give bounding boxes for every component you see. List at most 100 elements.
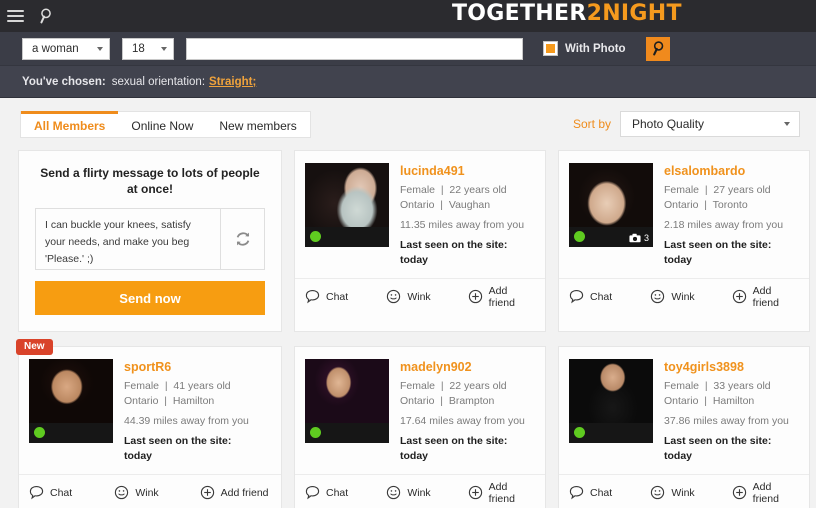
profile-distance: 2.18 miles away from you <box>664 219 784 231</box>
chosen-prefix: You've chosen: <box>22 75 106 88</box>
tab-new-members-label: New members <box>219 119 297 133</box>
flirty-message-box: I can buckle your knees, satisfy your ne… <box>35 208 265 270</box>
profile-info: lucinda491 Female | 22 years old Ontario… <box>400 163 535 268</box>
chat-action[interactable]: Chat <box>29 485 100 500</box>
age-select-value: 18 <box>132 42 145 55</box>
online-status-indicator <box>310 427 321 438</box>
profile-info: sportR6 Female | 41 years old Ontario | … <box>124 359 271 464</box>
online-status-indicator <box>34 427 45 438</box>
add-friend-action[interactable]: Add friend <box>468 481 535 505</box>
profile-username-link[interactable]: elsalombardo <box>664 164 799 178</box>
results-grid: Send a flirty message to lots of people … <box>0 150 816 508</box>
tab-all-members[interactable]: All Members <box>21 110 119 139</box>
chat-action[interactable]: Chat <box>569 485 636 500</box>
profile-body: sportR6 Female | 41 years old Ontario | … <box>19 347 281 474</box>
profile-region: Ontario <box>400 395 435 407</box>
chevron-down-icon <box>161 46 167 51</box>
add-friend-label: Add friend <box>220 486 269 499</box>
tab-new-members[interactable]: New members <box>206 111 309 139</box>
keyword-search-input[interactable] <box>186 37 523 60</box>
profile-body: lucinda491 Female | 22 years old Ontario… <box>295 151 545 278</box>
search-submit-button[interactable] <box>645 36 670 61</box>
profile-last-seen: Last seen on the site: today <box>400 238 535 268</box>
profile-actions: Chat Wink Add friend <box>295 474 545 508</box>
gender-select[interactable]: a woman <box>22 37 110 60</box>
smiley-wink-icon <box>114 485 129 500</box>
profile-gender-age: Female | 22 years old <box>400 380 507 392</box>
member-filter-tabs: All Members Online Now New members <box>20 110 311 139</box>
profile-username-link[interactable]: toy4girls3898 <box>664 360 799 374</box>
add-friend-action[interactable]: Add friend <box>732 285 799 309</box>
profile-last-seen: Last seen on the site: today <box>664 434 799 464</box>
magnifier-icon <box>38 8 53 24</box>
profile-last-seen: Last seen on the site: today <box>400 434 535 464</box>
profile-age: 27 years old <box>713 184 771 196</box>
sort-by-value: Photo Quality <box>632 117 705 131</box>
sort-control: Sort by Photo Quality <box>573 111 800 137</box>
chat-action[interactable]: Chat <box>305 485 372 500</box>
profile-last-seen-label: Last seen on the site: <box>124 435 232 447</box>
profile-thumbnail[interactable] <box>305 359 389 443</box>
profile-card: 3 elsalombardo Female | 27 years old Ont… <box>558 150 810 332</box>
profile-thumbnail[interactable]: 3 <box>569 163 653 247</box>
profile-last-seen-value: today <box>400 450 429 462</box>
sort-by-label: Sort by <box>572 117 611 131</box>
wink-label: Wink <box>407 486 431 499</box>
profile-gender: Female <box>664 184 700 196</box>
profile-age: 22 years old <box>449 380 507 392</box>
profile-thumbnail[interactable] <box>569 359 653 443</box>
with-photo-checkbox[interactable]: With Photo <box>543 41 626 56</box>
site-logo[interactable]: TOGETHER2NIGHT <box>452 1 682 26</box>
logo-text-primary: TOGETHER <box>452 1 587 26</box>
search-filter-bar: a woman 18 With Photo <box>0 32 816 66</box>
profile-body: toy4girls3898 Female | 33 years old Onta… <box>559 347 809 474</box>
profile-body: 3 elsalombardo Female | 27 years old Ont… <box>559 151 809 278</box>
wink-action[interactable]: Wink <box>386 485 453 500</box>
chat-action[interactable]: Chat <box>305 289 372 304</box>
add-friend-action[interactable]: Add friend <box>200 485 271 500</box>
chat-bubble-icon <box>29 485 44 500</box>
profile-actions: Chat Wink Add friend <box>19 474 281 508</box>
chat-action[interactable]: Chat <box>569 289 636 304</box>
profile-region: Ontario <box>124 395 159 407</box>
smiley-wink-icon <box>650 289 665 304</box>
age-select[interactable]: 18 <box>122 37 174 60</box>
profile-last-seen-value: today <box>664 254 693 266</box>
tab-online-now[interactable]: Online Now <box>118 111 206 139</box>
flirty-refresh-button[interactable] <box>220 209 264 269</box>
profile-info: madelyn902 Female | 22 years old Ontario… <box>400 359 535 464</box>
wink-action[interactable]: Wink <box>386 289 453 304</box>
hamburger-menu-button[interactable] <box>0 0 30 32</box>
header-search-button[interactable] <box>30 0 60 32</box>
add-friend-action[interactable]: Add friend <box>468 285 535 309</box>
photo-count-value: 3 <box>643 233 649 243</box>
profile-username-link[interactable]: sportR6 <box>124 360 271 374</box>
camera-icon <box>629 233 641 243</box>
profile-actions: Chat Wink Add friend <box>559 278 809 314</box>
profile-card: lucinda491 Female | 22 years old Ontario… <box>294 150 546 332</box>
refresh-icon <box>234 230 252 248</box>
profile-city: Hamilton <box>712 395 755 407</box>
profile-username-link[interactable]: madelyn902 <box>400 360 535 374</box>
plus-circle-icon <box>732 289 747 304</box>
chosen-value-link[interactable]: Straight; <box>209 76 256 88</box>
add-friend-action[interactable]: Add friend <box>732 481 799 505</box>
flirty-message-card: Send a flirty message to lots of people … <box>18 150 282 332</box>
wink-action[interactable]: Wink <box>650 485 717 500</box>
send-now-button[interactable]: Send now <box>35 281 265 315</box>
profile-city: Brampton <box>448 395 495 407</box>
flirty-message-text[interactable]: I can buckle your knees, satisfy your ne… <box>36 209 220 269</box>
chevron-down-icon <box>97 46 103 51</box>
profile-username-link[interactable]: lucinda491 <box>400 164 535 178</box>
wink-action[interactable]: Wink <box>650 289 717 304</box>
chat-bubble-icon <box>569 485 584 500</box>
profile-last-seen-label: Last seen on the site: <box>400 435 508 447</box>
profile-thumbnail[interactable] <box>29 359 113 443</box>
profile-thumbnail[interactable] <box>305 163 389 247</box>
profile-city: Vaughan <box>448 199 491 211</box>
plus-circle-icon <box>468 289 483 304</box>
profile-age: 41 years old <box>173 380 231 392</box>
profile-distance: 17.64 miles away from you <box>400 415 525 427</box>
wink-action[interactable]: Wink <box>114 485 185 500</box>
sort-by-select[interactable]: Photo Quality <box>620 111 800 137</box>
